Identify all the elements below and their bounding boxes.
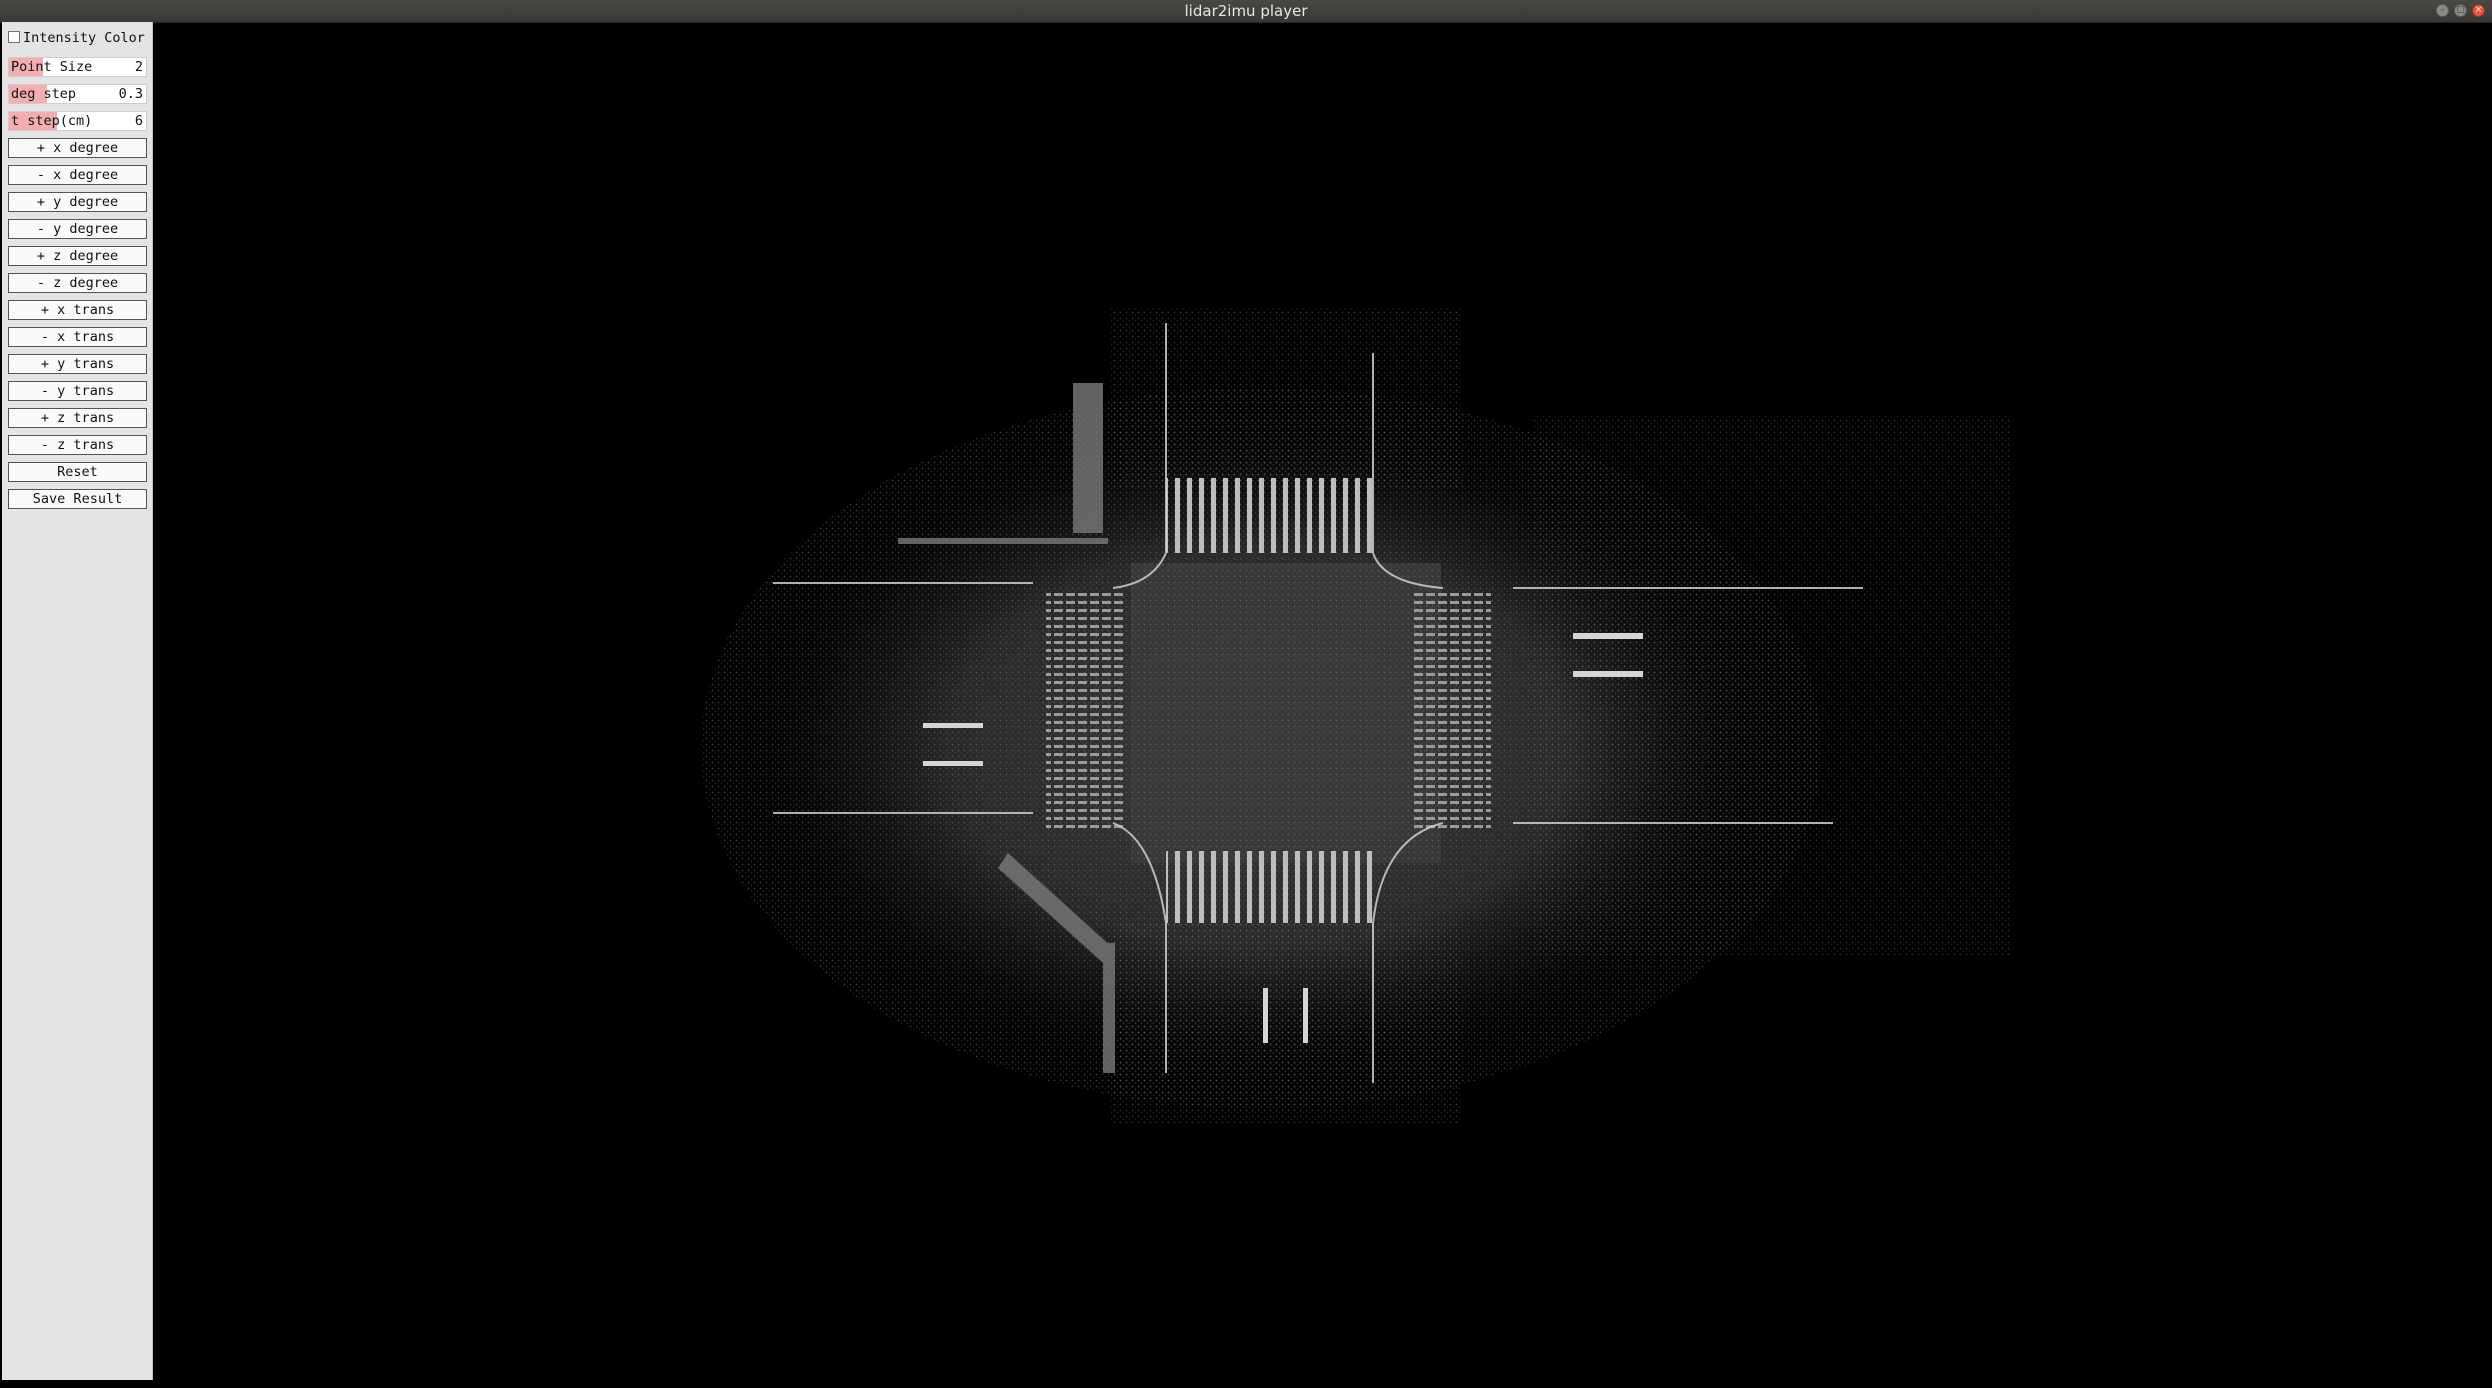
plus-z-trans-button[interactable]: + z trans — [8, 408, 147, 428]
point-size-value: 2 — [134, 59, 143, 75]
reset-button[interactable]: Reset — [8, 462, 147, 482]
deg-step-value: 0.3 — [118, 86, 143, 102]
plus-x-degree-button[interactable]: + x degree — [8, 138, 147, 158]
point-cloud-viewport[interactable] — [153, 23, 2492, 1384]
deg-step-slider[interactable]: deg step 0.3 — [8, 84, 147, 104]
minus-z-trans-button[interactable]: - z trans — [8, 435, 147, 455]
t-step-label: t step(cm) — [11, 113, 93, 129]
plus-z-degree-button[interactable]: + z degree — [8, 246, 147, 266]
t-step-slider[interactable]: t step(cm) 6 — [8, 111, 147, 131]
point-cloud-scan — [701, 308, 2011, 1123]
point-size-label: Point Size — [11, 59, 93, 75]
plus-x-trans-button[interactable]: + x trans — [8, 300, 147, 320]
plus-y-degree-button[interactable]: + y degree — [8, 192, 147, 212]
minus-y-trans-button[interactable]: - y trans — [8, 381, 147, 401]
minus-y-degree-button[interactable]: - y degree — [8, 219, 147, 239]
point-size-slider[interactable]: Point Size 2 — [8, 57, 147, 77]
checkbox-box[interactable] — [8, 31, 20, 43]
intensity-color-checkbox[interactable]: Intensity Color — [8, 28, 147, 48]
intensity-color-label: Intensity Color — [23, 30, 145, 46]
minimize-icon[interactable]: – — [2436, 4, 2449, 17]
maximize-icon[interactable]: □ — [2454, 4, 2467, 17]
close-icon[interactable]: × — [2472, 4, 2485, 17]
deg-step-label: deg step — [11, 86, 77, 102]
save-result-button[interactable]: Save Result — [8, 489, 147, 509]
minus-z-degree-button[interactable]: - z degree — [8, 273, 147, 293]
plus-y-trans-button[interactable]: + y trans — [8, 354, 147, 374]
t-step-value: 6 — [134, 113, 143, 129]
title-bar[interactable]: lidar2imu player – □ × — [0, 0, 2492, 23]
minus-x-degree-button[interactable]: - x degree — [8, 165, 147, 185]
minus-x-trans-button[interactable]: - x trans — [8, 327, 147, 347]
point-cloud-canvas[interactable] — [153, 23, 2492, 1384]
window-title: lidar2imu player — [1184, 2, 1308, 20]
control-panel: Intensity Color Point Size 2 deg step 0.… — [2, 22, 153, 1380]
